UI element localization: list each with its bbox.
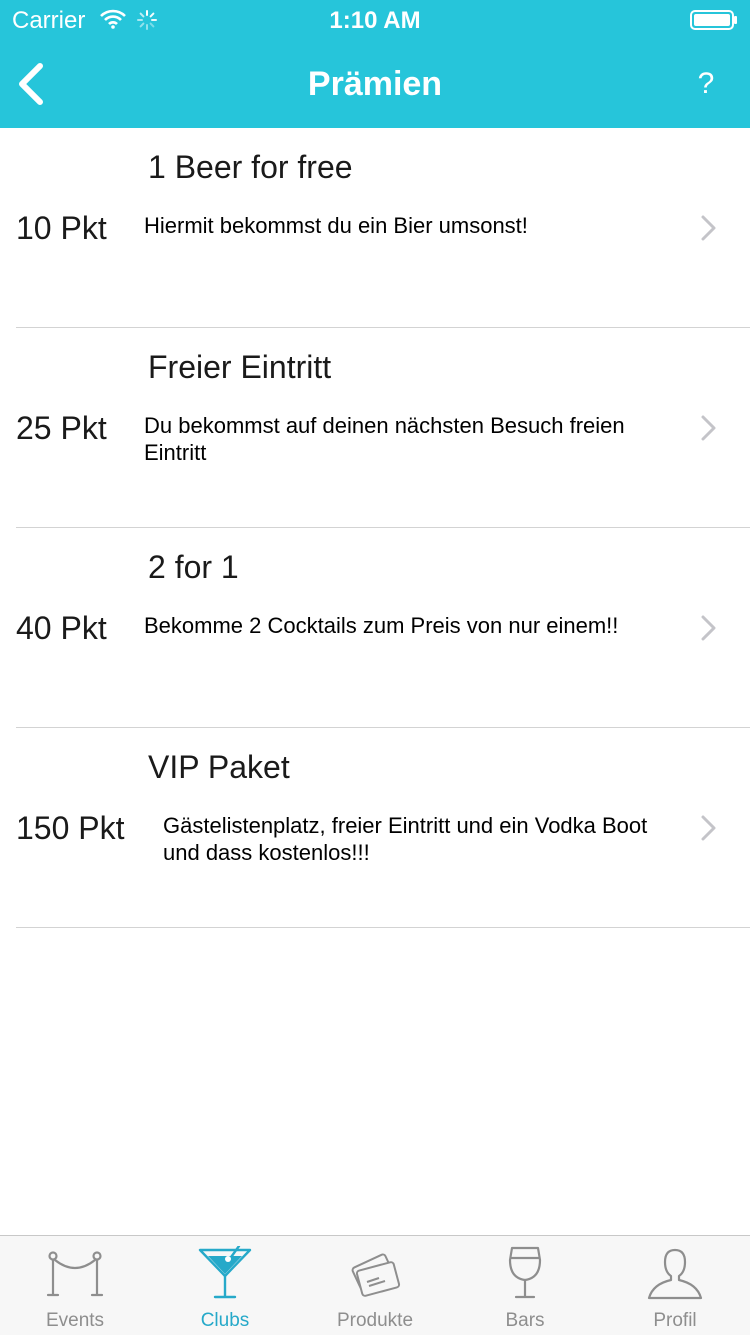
reward-title: Freier Eintritt — [148, 349, 332, 385]
reward-list: 1 Beer for free 10 Pkt Hiermit bekommst … — [0, 128, 750, 928]
reward-points: 150 Pkt — [16, 810, 125, 846]
chevron-right-icon — [701, 815, 716, 841]
wine-glass-icon — [508, 1246, 542, 1299]
tab-label: Clubs — [200, 1310, 250, 1331]
reward-description: Du bekommst auf deinen nächsten Besuch f… — [144, 413, 625, 465]
help-button[interactable]: ? — [680, 58, 732, 110]
cocktail-glass-icon — [198, 1246, 252, 1299]
page-title: Prämien — [307, 65, 443, 103]
reward-description: Bekomme 2 Cocktails zum Preis von nur ei… — [144, 613, 619, 638]
status-time: 1:10 AM — [329, 7, 421, 34]
chevron-right-icon — [701, 215, 716, 241]
reward-points: 10 Pkt — [16, 210, 107, 246]
tab-label: Bars — [505, 1310, 545, 1331]
reward-row-two-for-one[interactable]: 2 for 1 40 Pkt Bekomme 2 Cocktails zum P… — [16, 528, 750, 728]
tickets-icon — [351, 1253, 401, 1297]
status-bar: Carrier 1:10 AM — [0, 0, 750, 40]
chevron-right-icon — [701, 415, 716, 441]
reward-points: 40 Pkt — [16, 610, 107, 646]
reward-title: VIP Paket — [148, 749, 290, 785]
tab-label: Events — [45, 1310, 105, 1331]
chevron-right-icon — [701, 615, 716, 641]
tab-bars[interactable]: Bars — [450, 1236, 600, 1335]
header: Carrier 1:10 AM Prämien ? — [0, 0, 750, 128]
reward-row-beer[interactable]: 1 Beer for free 10 Pkt Hiermit bekommst … — [16, 128, 750, 328]
reward-row-free-entry[interactable]: Freier Eintritt 25 Pkt Du bekommst auf d… — [16, 328, 750, 528]
tab-bar: Events Clubs Produkte Bars Profil — [0, 1235, 750, 1335]
tab-produkte[interactable]: Produkte — [300, 1236, 450, 1335]
reward-description: Hiermit bekommst du ein Bier umsonst! — [144, 213, 528, 238]
reward-title: 1 Beer for free — [148, 149, 353, 185]
reward-description: Gästelistenplatz, freier Eintritt und ei… — [163, 813, 648, 865]
battery-icon — [690, 10, 737, 30]
velvet-rope-icon — [46, 1251, 104, 1297]
tab-profil[interactable]: Profil — [600, 1236, 750, 1335]
tab-clubs[interactable]: Clubs — [150, 1236, 300, 1335]
reward-title: 2 for 1 — [148, 549, 239, 585]
navigation-bar: Prämien ? — [0, 40, 750, 128]
tab-label: Profil — [653, 1310, 697, 1331]
person-icon — [647, 1248, 703, 1300]
reward-points: 25 Pkt — [16, 410, 107, 446]
tab-label: Produkte — [336, 1310, 414, 1331]
tab-events[interactable]: Events — [0, 1236, 150, 1335]
reward-row-vip[interactable]: VIP Paket 150 Pkt Gästelistenplatz, frei… — [16, 728, 750, 928]
